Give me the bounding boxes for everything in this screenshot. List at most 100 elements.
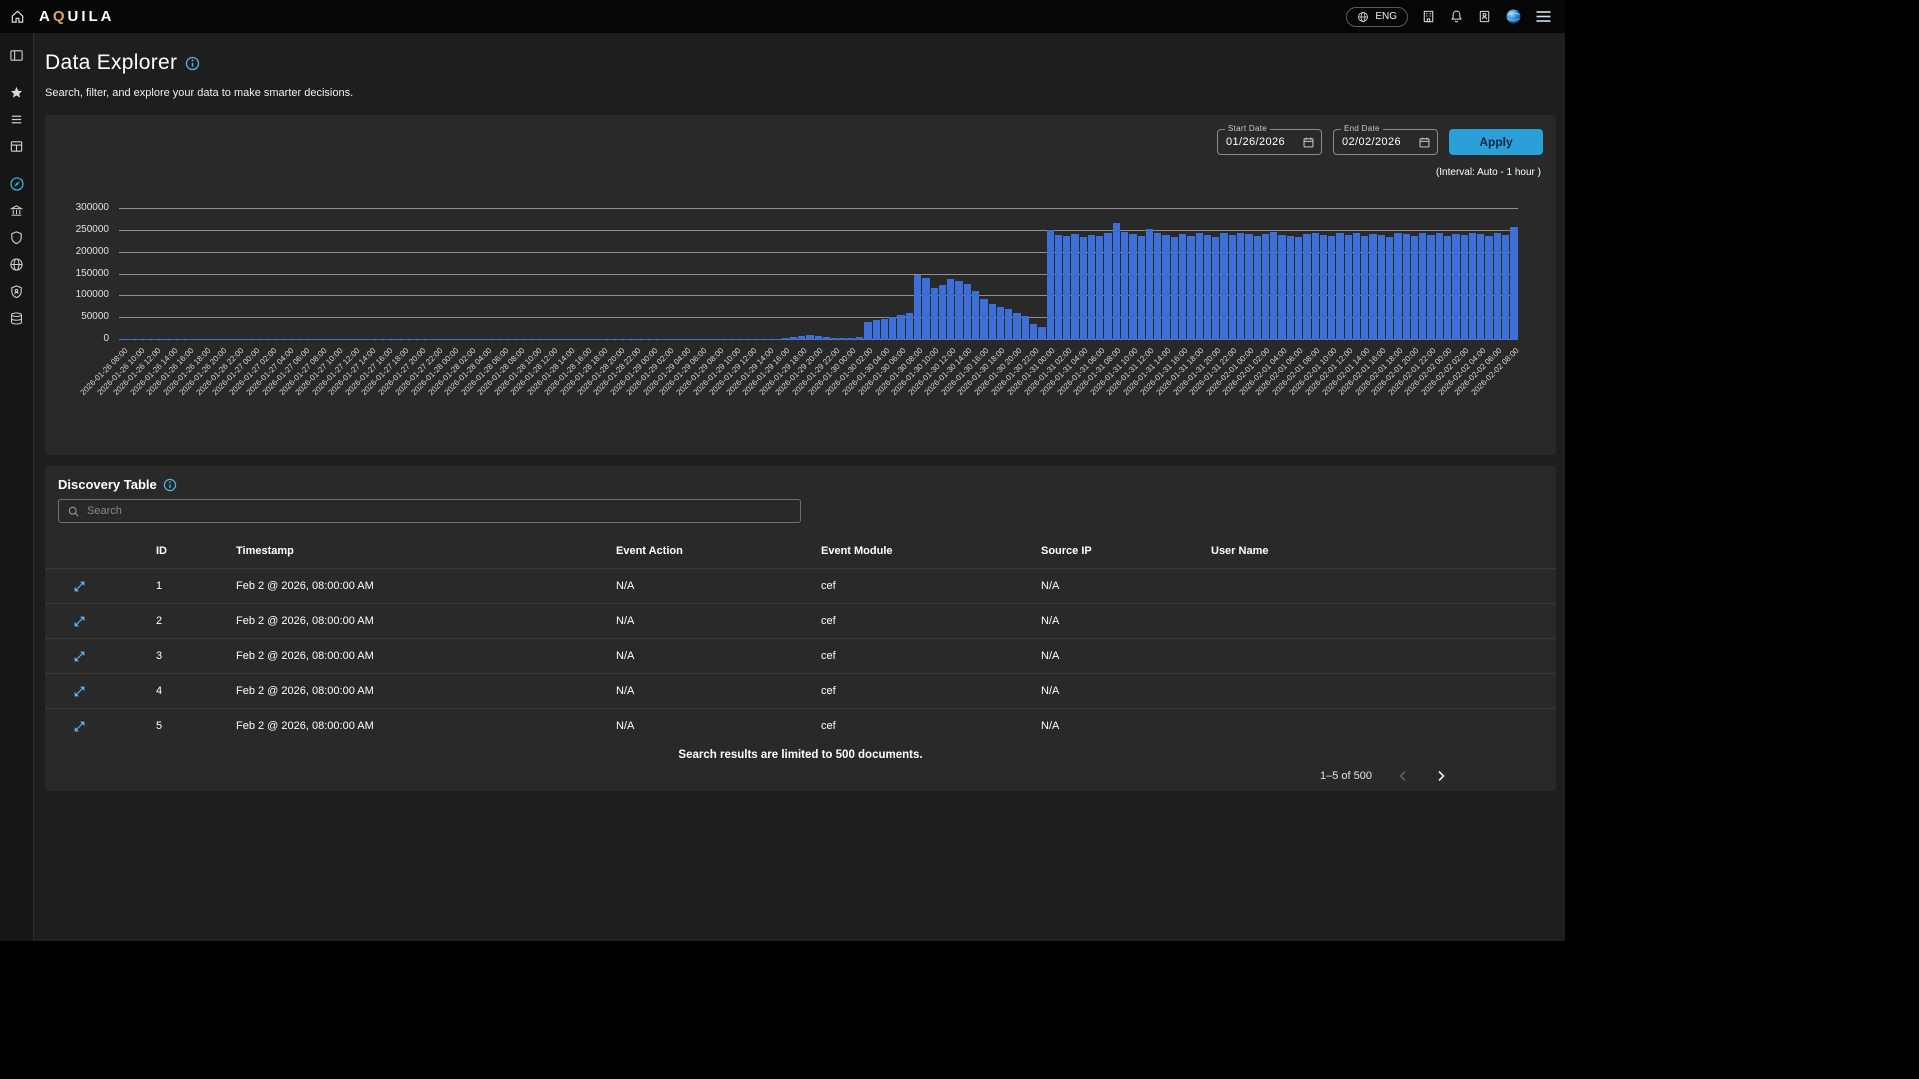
chart-bar bbox=[1345, 235, 1352, 340]
results-limit-note: Search results are limited to 500 docume… bbox=[45, 749, 1556, 761]
cell-event-action: N/A bbox=[611, 580, 816, 592]
start-date-field[interactable]: Start Date bbox=[1217, 129, 1322, 155]
expand-row-icon[interactable] bbox=[73, 685, 86, 698]
chart-bar bbox=[1262, 234, 1269, 340]
expand-row-icon[interactable] bbox=[73, 650, 86, 663]
cell-event-action: N/A bbox=[611, 650, 816, 662]
info-icon[interactable] bbox=[163, 478, 177, 492]
chart-bar bbox=[1212, 237, 1219, 340]
chart-x-axis: 2026-01-26 08:002026-01-26 10:002026-01-… bbox=[119, 340, 1518, 426]
chart-bar bbox=[997, 307, 1004, 340]
col-event-action: Event Action bbox=[611, 545, 816, 557]
organization-icon[interactable] bbox=[1421, 9, 1436, 24]
discovery-table-title: Discovery Table bbox=[58, 477, 157, 492]
info-icon[interactable] bbox=[185, 56, 200, 71]
cell-event-action: N/A bbox=[611, 685, 816, 697]
chart-bar bbox=[1245, 234, 1252, 340]
table-row: 5 Feb 2 @ 2026, 08:00:00 AM N/A cef N/A bbox=[45, 708, 1556, 743]
chart-bar bbox=[873, 320, 880, 340]
language-label: ENG bbox=[1375, 11, 1397, 22]
chart-bar bbox=[1104, 233, 1111, 340]
chart-bar bbox=[980, 299, 987, 340]
y-axis-label: 300000 bbox=[76, 203, 109, 213]
chart-bar bbox=[1452, 234, 1459, 340]
chart-bar bbox=[1328, 236, 1335, 340]
star-icon[interactable] bbox=[0, 79, 34, 106]
chart-bar bbox=[1369, 234, 1376, 340]
list-icon[interactable] bbox=[0, 106, 34, 133]
contacts-icon[interactable] bbox=[1477, 9, 1492, 24]
search-icon bbox=[67, 505, 80, 518]
chart-bar bbox=[1336, 233, 1343, 340]
start-date-input[interactable] bbox=[1226, 136, 1302, 148]
globe-icon bbox=[1357, 11, 1369, 23]
cell-event-action: N/A bbox=[611, 720, 816, 732]
collapse-panel-icon[interactable] bbox=[0, 42, 34, 69]
date-filters: Start Date End Date Apply bbox=[1217, 129, 1543, 155]
calendar-icon[interactable] bbox=[1302, 136, 1315, 149]
chart-bar bbox=[1444, 236, 1451, 340]
chart-bar bbox=[1022, 316, 1029, 340]
chart-bar bbox=[1229, 235, 1236, 340]
end-date-label: End Date bbox=[1341, 124, 1383, 133]
chart-bar bbox=[1461, 235, 1468, 340]
chart-bar bbox=[1295, 237, 1302, 340]
chart-bar bbox=[1270, 232, 1277, 340]
previous-page-icon[interactable] bbox=[1396, 768, 1410, 784]
sphere-logo-icon[interactable] bbox=[1505, 8, 1522, 25]
chart-bar bbox=[1419, 233, 1426, 340]
table-icon[interactable] bbox=[0, 133, 34, 160]
expand-row-icon[interactable] bbox=[73, 580, 86, 593]
cell-timestamp: Feb 2 @ 2026, 08:00:00 AM bbox=[231, 720, 611, 732]
language-selector[interactable]: ENG bbox=[1346, 7, 1408, 27]
chart-bar bbox=[1254, 236, 1261, 340]
end-date-field[interactable]: End Date bbox=[1333, 129, 1438, 155]
cell-event-module: cef bbox=[816, 650, 1036, 662]
search-box[interactable] bbox=[58, 499, 801, 523]
chart-bar bbox=[1378, 235, 1385, 340]
apply-button[interactable]: Apply bbox=[1449, 129, 1543, 155]
chart-bar bbox=[1237, 233, 1244, 340]
cell-source-ip: N/A bbox=[1036, 650, 1206, 662]
next-page-icon[interactable] bbox=[1434, 768, 1448, 784]
end-date-input[interactable] bbox=[1342, 136, 1418, 148]
bank-icon[interactable] bbox=[0, 197, 34, 224]
brand-q-glyph: Q bbox=[53, 8, 68, 25]
globe-nav-icon[interactable] bbox=[0, 251, 34, 278]
chart-bar bbox=[1080, 237, 1087, 340]
chart-bar bbox=[1030, 324, 1037, 340]
shield-icon[interactable] bbox=[0, 224, 34, 251]
sidebar bbox=[0, 33, 34, 941]
chart-bar bbox=[1005, 309, 1012, 340]
chart-bar bbox=[889, 317, 896, 340]
app-window: AQUILA ENG bbox=[0, 0, 1565, 941]
database-icon[interactable] bbox=[0, 305, 34, 332]
cell-event-module: cef bbox=[816, 580, 1036, 592]
chart-bar bbox=[1386, 237, 1393, 340]
pagination: 1–5 of 500 bbox=[1320, 768, 1448, 784]
cell-source-ip: N/A bbox=[1036, 685, 1206, 697]
compass-icon[interactable] bbox=[0, 170, 34, 197]
chart-bar bbox=[1088, 235, 1095, 340]
cell-id: 4 bbox=[136, 685, 231, 697]
chart-bar bbox=[1287, 236, 1294, 340]
chart-bar bbox=[1394, 233, 1401, 340]
menu-icon[interactable] bbox=[1535, 9, 1552, 24]
home-icon[interactable] bbox=[10, 9, 25, 24]
chart-bar bbox=[1510, 227, 1517, 340]
cell-event-module: cef bbox=[816, 615, 1036, 627]
notifications-icon[interactable] bbox=[1449, 9, 1464, 24]
table-header: ID Timestamp Event Action Event Module S… bbox=[45, 534, 1556, 568]
chart-bar bbox=[1196, 233, 1203, 340]
expand-row-icon[interactable] bbox=[73, 720, 86, 733]
chart-bar bbox=[914, 275, 921, 341]
expand-row-icon[interactable] bbox=[73, 615, 86, 628]
chart-bar bbox=[906, 313, 913, 340]
chart-bar bbox=[1502, 235, 1509, 340]
cell-event-module: cef bbox=[816, 720, 1036, 732]
search-input[interactable] bbox=[87, 505, 792, 517]
chart-bar bbox=[1129, 234, 1136, 340]
security-icon[interactable] bbox=[0, 278, 34, 305]
calendar-icon[interactable] bbox=[1418, 136, 1431, 149]
brand-logo: AQUILA bbox=[39, 8, 115, 25]
